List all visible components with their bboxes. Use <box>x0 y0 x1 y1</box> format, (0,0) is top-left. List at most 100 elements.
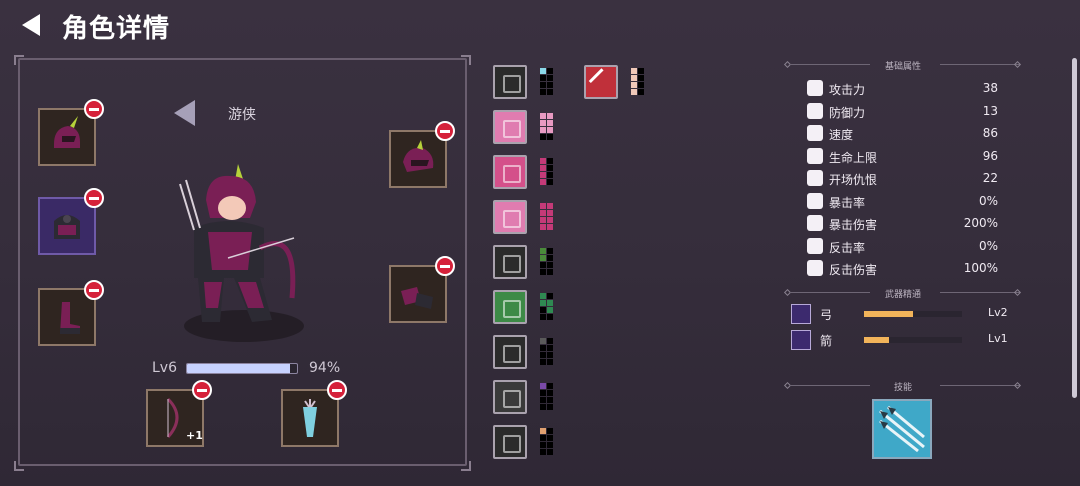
rank-pip <box>547 404 553 410</box>
stat-label: 暴击伤害 <box>829 218 878 232</box>
weapon-label: 箭 <box>820 334 833 348</box>
mastery-level: Lv2 <box>988 306 1008 319</box>
stat-value: 96 <box>982 148 998 163</box>
skill-scroll-icon <box>503 75 521 93</box>
rank-pip <box>547 127 553 133</box>
stat-value: 100% <box>963 261 998 275</box>
rank-pip <box>540 127 546 133</box>
mastery-bar-fill <box>864 337 889 343</box>
unequip-boots-button[interactable] <box>84 280 104 300</box>
unequip-hood-button[interactable] <box>435 121 455 141</box>
wind-skill-icon <box>503 345 521 363</box>
boot-skill-icon <box>503 120 521 138</box>
rank-pip <box>547 134 553 140</box>
rank-pip <box>547 307 553 313</box>
rank-pip <box>631 89 637 95</box>
unequip-helmet-button[interactable] <box>84 99 104 119</box>
skill-item-tile[interactable] <box>493 155 527 189</box>
rank-pip <box>540 359 546 365</box>
arrow-volley-skill-icon <box>874 401 930 457</box>
rank-pip <box>540 397 546 403</box>
rank-pip <box>547 179 553 185</box>
rank-pip <box>540 89 546 95</box>
orb-skill-icon <box>503 435 521 453</box>
unequip-bow-button[interactable] <box>192 380 212 400</box>
previous-character-button[interactable] <box>174 100 195 126</box>
rank-pips <box>540 383 553 410</box>
rank-pip <box>540 435 546 441</box>
rank-pip <box>540 217 546 223</box>
skill-item-tile[interactable] <box>493 65 527 99</box>
boots-icon <box>60 302 80 334</box>
rank-pip <box>547 338 553 344</box>
skill-item-tile[interactable] <box>493 245 527 279</box>
skill-slot[interactable] <box>872 399 932 459</box>
skill-item-tile[interactable] <box>493 200 527 234</box>
featured-item-tile[interactable] <box>584 65 618 99</box>
arrow-skill-icon <box>503 210 521 228</box>
rank-pip <box>547 120 553 126</box>
rank-pips <box>540 68 553 95</box>
rank-pip <box>540 179 546 185</box>
rank-pip <box>540 383 546 389</box>
rank-pip <box>547 262 553 268</box>
rank-pip <box>547 210 553 216</box>
rank-pip <box>540 314 546 320</box>
rank-pip <box>540 307 546 313</box>
rank-pips <box>540 293 553 320</box>
shield-icon <box>807 102 823 119</box>
unequip-armor-button[interactable] <box>84 188 104 208</box>
stat-value: 22 <box>982 171 998 185</box>
rank-pip <box>631 82 637 88</box>
rank-pip <box>540 262 546 268</box>
mastery-level: Lv1 <box>988 332 1008 345</box>
rank-pip <box>540 68 546 74</box>
rank-pip <box>547 165 553 171</box>
stat-label: 反击伤害 <box>829 263 878 277</box>
skill-item-tile[interactable] <box>493 110 527 144</box>
rank-pip <box>540 165 546 171</box>
page-title: 角色详情 <box>62 14 171 44</box>
unequip-gloves-button[interactable] <box>435 256 455 276</box>
rank-pip <box>540 293 546 299</box>
stat-label: 生命上限 <box>829 150 878 165</box>
crit-damage-icon <box>807 215 823 231</box>
mastery-bar <box>864 337 962 343</box>
rank-pip <box>631 75 637 81</box>
skill-item-tile[interactable] <box>493 335 527 369</box>
base-attributes-title: 基础属性 <box>884 62 921 72</box>
back-button[interactable] <box>22 14 40 36</box>
rank-pip <box>540 338 546 344</box>
skill-item-tile[interactable] <box>493 425 527 459</box>
stat-label: 防御力 <box>829 105 866 120</box>
xp-bar <box>186 363 298 374</box>
ranger-character-sprite <box>179 164 304 342</box>
rank-pip <box>547 314 553 320</box>
mastery-bar <box>864 311 962 317</box>
rank-pip <box>540 224 546 230</box>
crossed-swords-icon <box>588 68 617 96</box>
rank-pip <box>547 217 553 223</box>
heart-icon <box>807 147 823 164</box>
skill-item-tile[interactable] <box>493 380 527 414</box>
rank-pip <box>638 68 644 74</box>
rank-pip <box>547 442 553 448</box>
rank-pips <box>540 338 553 365</box>
level-label: Lv6 <box>152 360 177 376</box>
gloves-icon <box>401 287 433 309</box>
rank-pip <box>547 390 553 396</box>
scrollbar[interactable] <box>1072 58 1077 398</box>
helmet-icon <box>54 116 80 148</box>
rank-pip <box>540 390 546 396</box>
rank-pip <box>540 248 546 254</box>
unequip-quiver-button[interactable] <box>327 380 347 400</box>
rank-pip <box>540 210 546 216</box>
claw-skill-icon <box>503 165 521 183</box>
panel-corner <box>461 55 471 65</box>
skill-item-tile[interactable] <box>493 290 527 324</box>
rank-pip <box>540 75 546 81</box>
xp-bar-fill <box>187 364 291 373</box>
rank-pip <box>638 89 644 95</box>
rank-pip <box>547 397 553 403</box>
rank-pip <box>547 269 553 275</box>
